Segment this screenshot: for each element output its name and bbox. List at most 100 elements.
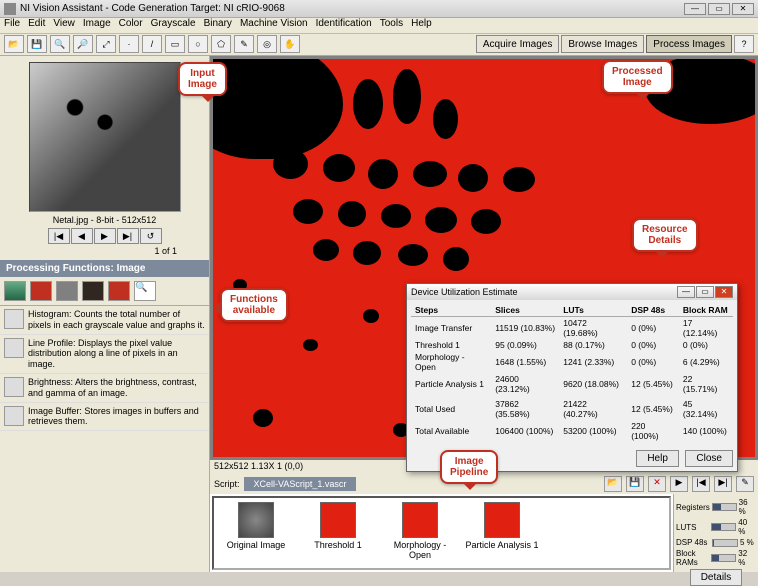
image-caption: Netal.jpg - 8-bit - 512x512 [0, 215, 209, 225]
function-item[interactable]: Image Buffer: Stores images in buffers a… [0, 403, 209, 432]
pipeline-label: Threshold 1 [300, 540, 376, 550]
menu-view[interactable]: View [53, 18, 75, 33]
nav-next-icon[interactable]: ▶ [94, 228, 116, 244]
roi-freehand-icon[interactable]: ✎ [234, 35, 254, 53]
category-color-icon[interactable] [30, 281, 52, 301]
processing-functions-header: Processing Functions: Image [0, 260, 209, 277]
table-header: Block RAM [679, 304, 733, 317]
input-image [30, 63, 180, 211]
category-binary-icon[interactable] [82, 281, 104, 301]
resource-pct: 5 % [740, 538, 754, 547]
resource-row: DSP 48s5 % [676, 538, 756, 547]
script-label: Script: [214, 479, 240, 489]
table-row: Morphology - Open1648 (1.55%)1241 (2.33%… [411, 351, 733, 373]
menu-image[interactable]: Image [83, 18, 111, 33]
script-run-icon[interactable]: ▶ [670, 476, 688, 492]
category-identification-icon[interactable]: 🔍 [134, 281, 156, 301]
pipeline-thumb [238, 502, 274, 538]
table-row: Particle Analysis 124600 (23.12%)9620 (1… [411, 373, 733, 395]
window-title: NI Vision Assistant - Code Generation Ta… [20, 3, 285, 14]
menu-identification[interactable]: Identification [316, 18, 372, 33]
open-icon[interactable]: 📂 [4, 35, 24, 53]
menu-help[interactable]: Help [411, 18, 432, 33]
roi-rect-icon[interactable]: ▭ [165, 35, 185, 53]
script-step-prev-icon[interactable]: |◀ [692, 476, 710, 492]
function-description: Line Profile: Displays the pixel value d… [28, 338, 205, 370]
toolbar: 📂 💾 🔍 🔎 ⤢ · / ▭ ○ ⬠ ✎ ◎ ✋ Acquire Images… [0, 34, 758, 56]
menu-machine-vision[interactable]: Machine Vision [240, 18, 308, 33]
dialog-minimize-button[interactable]: — [677, 286, 695, 298]
callout-input-image: InputImage [178, 62, 227, 96]
minimize-button[interactable]: — [684, 3, 706, 15]
function-description: Brightness: Alters the brightness, contr… [28, 377, 205, 399]
nav-prev-icon[interactable]: ◀ [71, 228, 93, 244]
callout-processed-image: ProcessedImage [602, 60, 673, 94]
utilization-table: StepsSlicesLUTsDSP 48sBlock RAM Image Tr… [411, 304, 733, 442]
menu-grayscale[interactable]: Grayscale [151, 18, 196, 33]
script-step-next-icon[interactable]: ▶| [714, 476, 732, 492]
app-icon [4, 3, 16, 15]
close-button[interactable]: ✕ [732, 3, 754, 15]
function-icon [4, 406, 24, 426]
script-delete-icon[interactable]: ✕ [648, 476, 666, 492]
nav-loop-icon[interactable]: ↺ [140, 228, 162, 244]
resource-bar [711, 523, 736, 531]
menu-color[interactable]: Color [119, 18, 143, 33]
dialog-close-button[interactable]: ✕ [715, 286, 733, 298]
pipeline-step[interactable]: Original Image [218, 502, 294, 564]
zoom-fit-icon[interactable]: ⤢ [96, 35, 116, 53]
menu-edit[interactable]: Edit [28, 18, 45, 33]
roi-point-icon[interactable]: · [119, 35, 139, 53]
pan-icon[interactable]: ✋ [280, 35, 300, 53]
pipeline-strip[interactable]: Original Image Threshold 1 Morphology - Op… [212, 496, 671, 570]
zoom-in-icon[interactable]: 🔍 [50, 35, 70, 53]
tab-acquire[interactable]: Acquire Images [476, 35, 559, 53]
roi-oval-icon[interactable]: ○ [188, 35, 208, 53]
menu-binary[interactable]: Binary [204, 18, 232, 33]
save-icon[interactable]: 💾 [27, 35, 47, 53]
tab-browse[interactable]: Browse Images [561, 35, 644, 53]
resource-pct: 32 % [738, 549, 756, 567]
function-description: Image Buffer: Stores images in buffers a… [28, 406, 205, 428]
category-image-icon[interactable] [4, 281, 26, 301]
zoom-out-icon[interactable]: 🔎 [73, 35, 93, 53]
script-name: XCell-VAScript_1.vascr [244, 477, 357, 491]
function-icon [4, 309, 24, 329]
dialog-title: Device Utilization Estimate [411, 287, 518, 297]
dialog-maximize-button[interactable]: ▭ [696, 286, 714, 298]
nav-first-icon[interactable]: |◀ [48, 228, 70, 244]
function-icon [4, 338, 24, 358]
pipeline-step[interactable]: Threshold 1 [300, 502, 376, 564]
maximize-button[interactable]: ▭ [708, 3, 730, 15]
menu-file[interactable]: File [4, 18, 20, 33]
function-item[interactable]: Histogram: Counts the total number of pi… [0, 306, 209, 335]
category-machine-vision-icon[interactable] [108, 281, 130, 301]
help-icon[interactable]: ? [734, 35, 754, 53]
script-open-icon[interactable]: 📂 [604, 476, 622, 492]
pipeline-step[interactable]: Particle Analysis 1 [464, 502, 540, 564]
image-count: 1 of 1 [0, 246, 209, 256]
callout-resource: ResourceDetails [632, 218, 698, 252]
table-header: LUTs [559, 304, 627, 317]
nav-last-icon[interactable]: ▶| [117, 228, 139, 244]
tab-process[interactable]: Process Images [646, 35, 732, 53]
function-description: Histogram: Counts the total number of pi… [28, 309, 205, 331]
script-save-icon[interactable]: 💾 [626, 476, 644, 492]
dialog-titlebar: Device Utilization Estimate — ▭ ✕ [407, 284, 737, 300]
function-item[interactable]: Brightness: Alters the brightness, contr… [0, 374, 209, 403]
roi-annulus-icon[interactable]: ◎ [257, 35, 277, 53]
table-total-row: Total Used37862 (35.58%)21422 (40.27%)12… [411, 395, 733, 420]
close-button[interactable]: Close [685, 450, 733, 467]
help-button[interactable]: Help [636, 450, 679, 467]
menu-tools[interactable]: Tools [380, 18, 403, 33]
roi-line-icon[interactable]: / [142, 35, 162, 53]
function-item[interactable]: Line Profile: Displays the pixel value d… [0, 335, 209, 374]
input-image-thumbnail[interactable] [29, 62, 181, 212]
left-panel: Netal.jpg - 8-bit - 512x512 |◀ ◀ ▶ ▶| ↺ … [0, 56, 210, 572]
pipeline-step[interactable]: Morphology - Open [382, 502, 458, 564]
roi-poly-icon[interactable]: ⬠ [211, 35, 231, 53]
resource-pct: 40 % [738, 518, 756, 536]
script-edit-icon[interactable]: ✎ [736, 476, 754, 492]
category-grayscale-icon[interactable] [56, 281, 78, 301]
resource-bar [711, 554, 736, 562]
